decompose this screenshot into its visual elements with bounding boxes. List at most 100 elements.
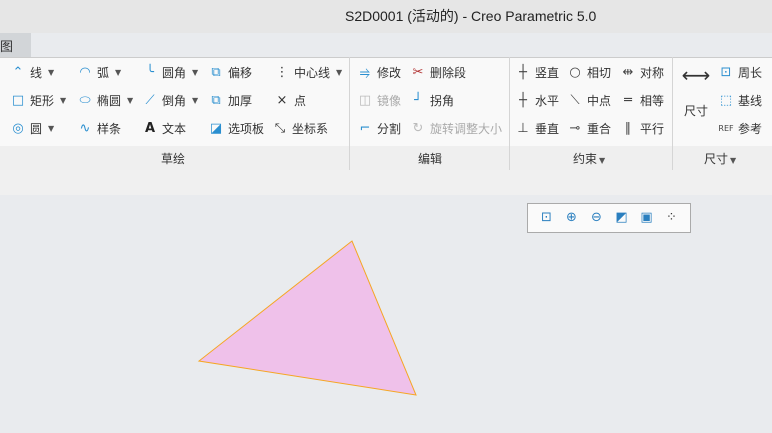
tab-view[interactable]: 图 — [0, 33, 31, 57]
refit-icon[interactable]: ⊡ — [539, 210, 555, 226]
baseline-button[interactable]: ⬚ 基线 — [718, 90, 762, 110]
label: 修改 — [377, 65, 402, 80]
label: 竖直 — [535, 65, 560, 80]
chamfer-icon: ⟋ — [145, 92, 155, 108]
label: 旋转调整大小 — [430, 121, 503, 136]
dimension-button[interactable]: ⟷ 尺寸 — [678, 62, 714, 132]
sketch-triangle[interactable] — [197, 240, 417, 396]
point-button[interactable]: × 点 — [274, 90, 306, 110]
vertical-constraint-button[interactable]: ┼ 竖直 — [515, 62, 559, 82]
label: 中心线 — [294, 65, 331, 80]
label: 周长 — [738, 65, 763, 80]
arc-button[interactable]: ◠ 弧 ▼ — [77, 62, 121, 82]
view-toolbar: ⊡ ⊕ ⊖ ◩ ▣ ⁘ — [527, 203, 691, 233]
horizontal-icon: ┼ — [519, 92, 527, 108]
centerline-button[interactable]: ⋮ 中心线 ▼ — [274, 62, 343, 82]
text-button[interactable]: A 文本 — [142, 118, 186, 138]
label: 圆角 — [162, 65, 187, 80]
label: 重合 — [587, 121, 612, 136]
thicken-button[interactable]: ⧉ 加厚 — [208, 90, 252, 110]
label: 参考 — [738, 121, 763, 136]
label: 相切 — [587, 65, 612, 80]
group-label-dimension[interactable]: 尺寸 ▼ — [704, 150, 736, 167]
group-label-edit: 编辑 — [418, 152, 443, 166]
thicken-icon: ⧉ — [211, 92, 221, 108]
fillet-icon: ╰ — [146, 64, 154, 80]
coincident-icon: ⊸ — [569, 120, 581, 136]
rectangle-button[interactable]: □ 矩形 ▼ — [10, 90, 66, 110]
divider — [509, 57, 510, 170]
label: 平行 — [640, 121, 665, 136]
equal-constraint-button[interactable]: ═ 相等 — [620, 90, 664, 110]
repaint-icon[interactable]: ◩ — [614, 210, 630, 226]
group-label-constrain[interactable]: 约束 ▼ — [573, 150, 605, 167]
corner-icon: ┘ — [414, 92, 422, 108]
line-button[interactable]: ⌃ 线 ▼ — [10, 62, 55, 82]
horizontal-constraint-button[interactable]: ┼ 水平 — [515, 90, 559, 110]
rotate-resize-button[interactable]: ↻ 旋转调整大小 — [410, 118, 502, 138]
label: 线 — [30, 65, 43, 80]
text-icon: A — [144, 120, 156, 136]
offset-button[interactable]: ⧉ 偏移 — [208, 62, 252, 82]
label: 对称 — [640, 65, 665, 80]
label: 拐角 — [430, 93, 455, 108]
midpoint-icon: ⟍ — [570, 92, 580, 108]
midpoint-constraint-button[interactable]: ⟍ 中点 — [567, 90, 611, 110]
label: 样条 — [97, 121, 122, 136]
centerline-icon: ⋮ — [275, 64, 289, 80]
zoom-in-icon[interactable]: ⊕ — [564, 210, 580, 226]
equal-icon: ═ — [624, 92, 632, 108]
symmetric-constraint-button[interactable]: ⇹ 对称 — [620, 62, 664, 82]
divider — [349, 57, 350, 170]
label: 点 — [294, 93, 307, 108]
mirror-button[interactable]: ◫ 镜像 — [357, 90, 401, 110]
palette-button[interactable]: ◪ 选项板 — [208, 118, 264, 138]
fillet-button[interactable]: ╰ 圆角 ▼ — [142, 62, 198, 82]
reference-icon: REF — [718, 123, 734, 133]
modify-icon: ⥤ — [359, 64, 371, 80]
divide-button[interactable]: ⌐ 分割 — [357, 118, 401, 138]
circle-button[interactable]: ◎ 圆 ▼ — [10, 118, 54, 138]
zoom-out-icon[interactable]: ⊖ — [589, 210, 605, 226]
perpendicular-constraint-button[interactable]: ⊥ 垂直 — [515, 118, 559, 138]
delete-segment-button[interactable]: ✂ 删除段 — [410, 62, 466, 82]
chamfer-button[interactable]: ⟋ 倒角 ▼ — [142, 90, 198, 110]
label: 尺寸 — [683, 104, 708, 118]
line-icon: ⌃ — [12, 64, 24, 80]
label: 坐标系 — [292, 121, 329, 136]
mirror-icon: ◫ — [358, 92, 372, 108]
arc-icon: ◠ — [79, 64, 91, 80]
label: 垂直 — [535, 121, 560, 136]
spline-button[interactable]: ∿ 样条 — [77, 118, 121, 138]
delete-segment-icon: ✂ — [412, 64, 424, 80]
corner-button[interactable]: ┘ 拐角 — [410, 90, 454, 110]
tangent-constraint-button[interactable]: ○ 相切 — [567, 62, 611, 82]
modify-button[interactable]: ⥤ 修改 — [357, 62, 401, 82]
spline-icon: ∿ — [79, 120, 91, 136]
perimeter-button[interactable]: ⊡ 周长 — [718, 62, 762, 82]
label: 相等 — [640, 93, 665, 108]
label: 选项板 — [228, 121, 265, 136]
ellipse-button[interactable]: ⬭ 椭圆 ▼ — [77, 90, 133, 110]
label: 椭圆 — [97, 93, 122, 108]
offset-icon: ⧉ — [211, 64, 221, 80]
dimension-icon: ⟷ — [681, 63, 711, 87]
sketcher-display-filter-icon[interactable]: ⁘ — [664, 210, 680, 226]
ellipse-icon: ⬭ — [79, 92, 91, 108]
group-label-sketch: 草绘 — [161, 152, 186, 166]
group-labels: 草绘 编辑 约束 ▼ 尺寸 ▼ — [0, 146, 772, 170]
parallel-constraint-button[interactable]: ∥ 平行 — [620, 118, 664, 138]
label: 加厚 — [228, 93, 253, 108]
divider — [672, 57, 673, 170]
reference-button[interactable]: REF 参考 — [718, 118, 762, 138]
display-style-icon[interactable]: ▣ — [639, 210, 655, 226]
label: 删除段 — [430, 65, 467, 80]
symmetric-icon: ⇹ — [622, 64, 634, 80]
coordinate-system-button[interactable]: ⤡ 坐标系 — [272, 118, 328, 138]
label: 偏移 — [228, 65, 253, 80]
title-bar: S2D0001 (活动的) - Creo Parametric 5.0 — [0, 0, 772, 33]
point-icon: × — [276, 92, 288, 108]
perimeter-icon: ⊡ — [720, 64, 732, 80]
label: 圆 — [30, 121, 43, 136]
coincident-constraint-button[interactable]: ⊸ 重合 — [567, 118, 611, 138]
